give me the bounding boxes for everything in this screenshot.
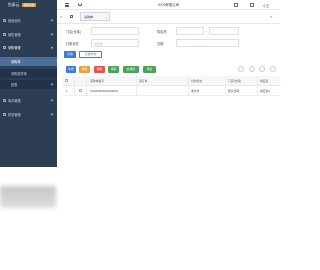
export-button[interactable]: 导出 [143,66,156,73]
column-divider [188,76,189,96]
date-label: 日期 [157,42,164,46]
store-label: 门店(仓库) [66,30,81,34]
column-divider [86,76,87,96]
window-title: XXX有限公司 [157,3,180,7]
sidebar-item-inventory[interactable]: 库存管理 [0,96,57,105]
payment-status-select[interactable]: 请选择 [91,39,139,47]
cell-store: 默认仓库 [228,89,240,93]
table-header: 采购单编号 源订单 付款状态 门店(仓库) 供应商 [62,76,280,86]
column-header[interactable]: 源订单 [139,79,147,83]
sidebar: 怡泰云 运营平台 基础资料 销售管理 采购管理 采购单 采购退货单 报表 库存管… [0,0,57,167]
cell-order-number: CGHK0001100000001 [90,89,119,93]
column-header[interactable]: 供应商 [260,79,268,83]
sidebar-subitem-label: 采购退货单 [11,72,27,76]
range-dash: - [205,29,207,33]
advanced-query-button[interactable]: 高级查询 [79,51,102,58]
chevron-down-icon [50,98,54,102]
refresh-table-icon[interactable] [249,66,255,72]
unapprove-button[interactable]: 反审核 [123,66,139,73]
row-index: 1 [66,89,68,93]
date-field[interactable] [176,39,239,47]
column-divider [136,76,137,96]
sidebar-item-label: 采购管理 [8,46,21,50]
table-row[interactable]: 1 CGHK0001100000001 未付款 默认仓库 供应商1 [62,86,280,96]
column-divider [257,76,258,96]
settings-icon[interactable] [270,66,276,72]
sidebar-subitem-label: 报表 [11,83,18,87]
cell-payment-status: 未付款 [191,89,200,93]
sales-icon [2,32,6,36]
sidebar-item-sales[interactable]: 销售管理 [0,30,57,39]
cell-supplier: 供应商1 [260,89,270,93]
sidebar-subitem-label: 采购单 [11,60,21,64]
supplier-label: 供应商 [157,30,167,34]
sidebar-item-label: 财务管理 [8,113,21,117]
store-field[interactable] [91,27,139,35]
column-divider [74,76,75,96]
blurred-shadow [0,186,56,208]
chevron-down-icon [50,82,54,86]
payment-status-label: 付款状态 [66,42,79,46]
finance-icon [2,112,6,116]
payment-status-placeholder: 请选择 [94,42,103,47]
basic-data-icon [2,18,6,22]
chevron-up-icon [50,46,54,50]
sidebar-item-label: 销售管理 [8,33,21,37]
tab-bar: « 采购单 × » [57,10,280,24]
tab-scroll-right[interactable]: » [270,14,272,19]
row-checkbox[interactable] [79,89,82,92]
logo-badge: 运营平台 [22,2,36,8]
sidebar-item-purchase[interactable]: 采购管理 [0,43,57,52]
chevron-down-icon [50,112,54,116]
edit-button[interactable]: 修改 [79,66,90,73]
column-header[interactable]: 门店(仓库) [228,79,241,83]
logo-text: 怡泰云 [8,2,20,7]
chevron-down-icon [50,32,54,36]
close-icon[interactable]: × [105,16,107,20]
approve-button[interactable]: 审核 [108,66,119,73]
fullscreen-icon[interactable] [250,3,254,7]
delete-button[interactable]: 删除 [94,66,105,73]
sidebar-subitem-report[interactable]: 报表 [0,80,57,89]
add-button[interactable]: 新增 [66,66,76,73]
query-button[interactable]: 查询 [64,51,76,58]
search-icon[interactable] [238,66,244,72]
chevron-down-icon [50,18,54,22]
sidebar-item-finance[interactable]: 财务管理 [0,110,57,119]
sidebar-subitem-purchase-order[interactable]: 采购单 [0,57,57,66]
top-bar: XXX有限公司 小王 [57,0,280,10]
sidebar-item-label: 基础资料 [8,19,21,23]
sidebar-item-basic-data[interactable]: 基础资料 [0,16,57,25]
user-menu[interactable]: 小王 [263,3,269,8]
tab-scroll-left[interactable]: « [60,14,62,19]
inventory-icon [2,98,6,102]
columns-icon[interactable] [259,66,265,72]
notes-icon[interactable] [234,3,238,7]
home-icon[interactable] [70,14,74,18]
tab-purchase-order[interactable]: 采购单 × [80,12,110,21]
sidebar-subitem-purchase-return[interactable]: 采购退货单 [0,69,57,78]
supplier-field-2[interactable] [209,27,239,35]
column-header[interactable]: 采购单编号 [90,79,104,83]
logo: 怡泰云 运营平台 [0,0,57,10]
purchase-icon [2,45,6,49]
column-divider [225,76,226,96]
sidebar-item-label: 库存管理 [8,99,21,103]
tab-label: 采购单 [84,14,94,19]
column-header[interactable]: 付款状态 [191,79,202,83]
select-all-checkbox[interactable] [65,79,68,82]
supplier-field[interactable] [176,27,204,35]
